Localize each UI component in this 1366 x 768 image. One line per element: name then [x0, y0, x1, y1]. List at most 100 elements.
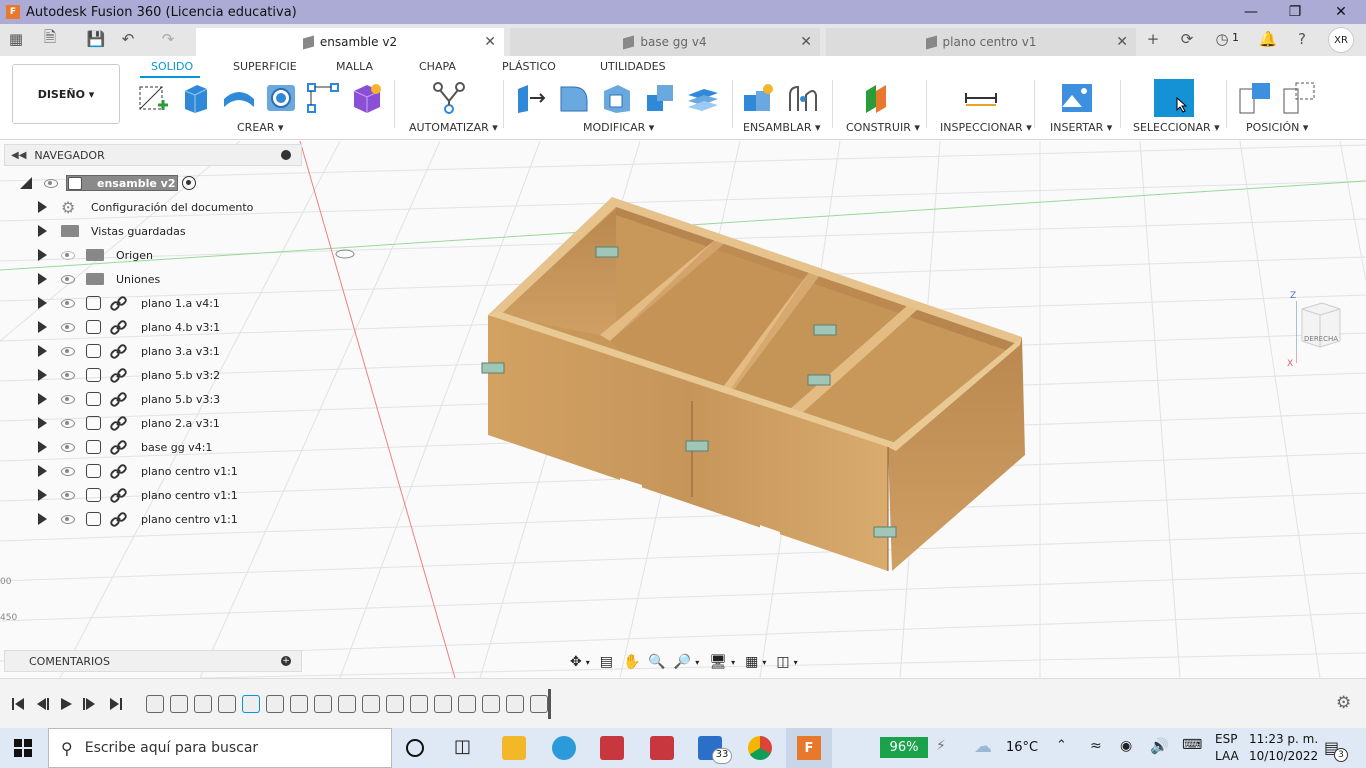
chevron-down-icon[interactable]: ▾: [586, 658, 590, 667]
expand-triangle-icon[interactable]: [38, 513, 47, 525]
new-component-icon[interactable]: [742, 81, 776, 115]
close-tab-icon[interactable]: ✕: [800, 34, 812, 50]
expand-triangle-icon[interactable]: [38, 441, 47, 453]
create-form-icon[interactable]: [350, 81, 384, 115]
expand-triangle-icon[interactable]: [38, 465, 47, 477]
minimize-button[interactable]: —: [1228, 0, 1274, 24]
undo-icon[interactable]: ↶: [116, 27, 140, 51]
help-icon[interactable]: ?: [1290, 27, 1314, 51]
expand-triangle-icon[interactable]: [38, 345, 47, 357]
visibility-eye-icon[interactable]: [44, 178, 58, 188]
add-comment-icon[interactable]: +: [281, 656, 291, 666]
new-tab-icon[interactable]: +: [1141, 27, 1165, 51]
language-top[interactable]: ESP: [1215, 732, 1237, 746]
battery-indicator[interactable]: 96%: [880, 737, 928, 758]
grid-menu-icon[interactable]: ▦: [4, 27, 28, 51]
notifications-bell-icon[interactable]: 🔔: [1256, 27, 1280, 51]
sync-icon[interactable]: ⟳: [1175, 27, 1199, 51]
language-bottom[interactable]: LAA: [1215, 749, 1239, 763]
timeline-joint-item[interactable]: [314, 695, 332, 713]
chevron-down-icon[interactable]: ▾: [731, 658, 735, 667]
user-avatar[interactable]: XR: [1328, 27, 1354, 53]
acrobat-icon[interactable]: [650, 736, 674, 760]
rectangular-pattern-icon[interactable]: [306, 81, 340, 115]
group-insertar[interactable]: INSERTAR ▾: [1050, 121, 1112, 134]
collapse-panel-icon[interactable]: ◀◀: [11, 150, 26, 161]
job-status-icon[interactable]: ◷: [1210, 27, 1234, 51]
hidden-eye-icon[interactable]: [61, 250, 75, 260]
visibility-eye-icon[interactable]: [61, 514, 75, 524]
play-icon[interactable]: [58, 696, 74, 712]
expand-triangle-icon[interactable]: [38, 297, 47, 309]
expand-triangle-icon[interactable]: [38, 273, 47, 285]
tab-base-gg-v4[interactable]: base gg v4 ✕: [510, 28, 820, 56]
group-inspeccionar[interactable]: INSPECCIONAR ▾: [940, 121, 1032, 134]
visibility-eye-icon[interactable]: [61, 274, 75, 284]
tree-item-origen[interactable]: Origen: [0, 244, 300, 266]
activate-radio-icon[interactable]: [182, 176, 196, 190]
tree-item-component[interactable]: base gg v4:1: [0, 436, 300, 458]
tree-item-component[interactable]: plano 2.a v3:1: [0, 412, 300, 434]
visibility-eye-icon[interactable]: [61, 370, 75, 380]
cortana-icon[interactable]: [406, 739, 424, 757]
tree-root[interactable]: ensamble v2: [0, 172, 300, 194]
visibility-eye-icon[interactable]: [61, 322, 75, 332]
timeline-joint-item[interactable]: [458, 695, 476, 713]
group-modificar[interactable]: MODIFICAR ▾: [583, 121, 654, 134]
close-window-button[interactable]: ✕: [1318, 0, 1364, 24]
timeline-joint-item[interactable]: [290, 695, 308, 713]
chevron-down-icon[interactable]: ▾: [794, 658, 798, 667]
look-at-icon[interactable]: ▤: [600, 654, 613, 670]
step-forward-icon[interactable]: [82, 696, 98, 712]
timeline-joint-item[interactable]: [338, 695, 356, 713]
timeline-joint-item[interactable]: [386, 695, 404, 713]
create-sketch-icon[interactable]: [136, 81, 170, 115]
redo-icon[interactable]: ↷: [156, 27, 180, 51]
chevron-down-icon[interactable]: ▾: [695, 658, 699, 667]
tree-item-component[interactable]: plano 1.a v4:1: [0, 292, 300, 314]
visibility-eye-icon[interactable]: [61, 394, 75, 404]
tab-utilidades[interactable]: UTILIDADES: [600, 60, 666, 73]
group-seleccionar[interactable]: SELECCIONAR ▾: [1133, 121, 1220, 134]
tab-solido[interactable]: SOLIDO: [151, 60, 193, 73]
pan-hand-icon[interactable]: ✋: [623, 654, 640, 670]
weather-cloud-icon[interactable]: ☁: [974, 736, 992, 757]
tree-item-component[interactable]: plano 3.a v3:1: [0, 340, 300, 362]
close-tab-icon[interactable]: ✕: [1116, 34, 1128, 50]
go-to-end-icon[interactable]: [108, 696, 124, 712]
offset-plane-icon[interactable]: [862, 81, 896, 115]
group-automatizar[interactable]: AUTOMATIZAR ▾: [409, 121, 498, 134]
group-ensamblar[interactable]: ENSAMBLAR ▾: [743, 121, 821, 134]
visibility-eye-icon[interactable]: [61, 298, 75, 308]
display-settings-icon[interactable]: 🖥: [709, 654, 727, 670]
expand-triangle-icon[interactable]: [38, 225, 47, 237]
viewcube[interactable]: Z DERECHA X: [1287, 291, 1342, 369]
expand-triangle-icon[interactable]: [38, 417, 47, 429]
insert-image-icon[interactable]: [1060, 81, 1094, 115]
task-view-icon[interactable]: ◫: [454, 736, 471, 757]
timeline-settings-gear-icon[interactable]: ⚙: [1336, 693, 1351, 713]
workspace-selector[interactable]: DISEÑO ▾: [12, 64, 120, 124]
select-tool-button[interactable]: [1154, 79, 1194, 117]
tree-item-component[interactable]: plano centro v1:1: [0, 484, 300, 506]
timeline-joint-item[interactable]: [194, 695, 212, 713]
timeline-joint-item[interactable]: [218, 695, 236, 713]
tab-chapa[interactable]: CHAPA: [419, 60, 456, 73]
expand-triangle-icon[interactable]: [38, 321, 47, 333]
group-posicion[interactable]: POSICIÓN ▾: [1246, 121, 1308, 134]
timeline-marker[interactable]: [548, 689, 551, 719]
automate-icon[interactable]: [432, 81, 466, 115]
expand-triangle-icon[interactable]: [38, 249, 47, 261]
tab-plastico[interactable]: PLÁSTICO: [502, 60, 556, 73]
go-to-start-icon[interactable]: [10, 696, 26, 712]
tab-plano-centro-v1[interactable]: plano centro v1 ✕: [826, 28, 1136, 56]
taskbar-search-box[interactable]: ⚲ Escribe aquí para buscar: [48, 728, 392, 768]
tab-superficie[interactable]: SUPERFICIE: [233, 60, 297, 73]
press-pull-icon[interactable]: [514, 81, 548, 115]
file-menu-icon[interactable]: 🗎: [38, 27, 62, 51]
measure-icon[interactable]: [964, 81, 998, 115]
grid-settings-icon[interactable]: ▦: [745, 654, 758, 670]
visibility-eye-icon[interactable]: [61, 418, 75, 428]
tree-item-vistas[interactable]: Vistas guardadas: [0, 220, 300, 242]
clock-time[interactable]: 11:23 p. m.: [1249, 732, 1318, 746]
